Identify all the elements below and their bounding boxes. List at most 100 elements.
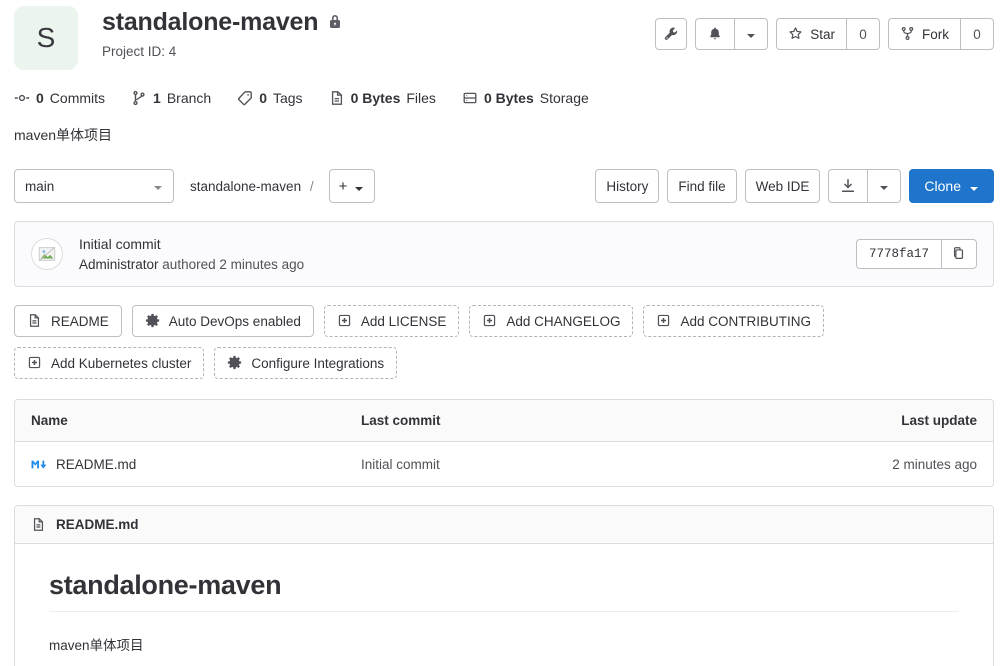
add-contributing-button[interactable]: Add CONTRIBUTING: [643, 305, 824, 337]
history-button[interactable]: History: [595, 169, 660, 203]
gear-icon: [227, 355, 243, 371]
project-settings-button[interactable]: [655, 18, 688, 50]
add-license-button[interactable]: Add LICENSE: [323, 305, 460, 337]
plus-icon: +: [338, 177, 348, 195]
file-icon: [27, 313, 43, 329]
branch-selector[interactable]: main: [14, 169, 174, 203]
notifications-caret[interactable]: [734, 18, 769, 50]
project-header: S standalone-maven Project ID: 4 Star 0 …: [14, 0, 994, 70]
readme-button[interactable]: README: [14, 305, 122, 337]
add-kubernetes-cluster-button-label: Add Kubernetes cluster: [51, 355, 192, 371]
branch-selector-value: main: [25, 178, 55, 194]
add-kubernetes-cluster-button[interactable]: Add Kubernetes cluster: [14, 347, 205, 379]
commit-sha[interactable]: 7778fa17: [855, 239, 941, 269]
repository-actions: History Find file Web IDE Clone: [595, 169, 994, 203]
file-name: README.md: [56, 456, 137, 472]
commit-sha-group[interactable]: 7778fa17: [855, 239, 977, 269]
plus-square-icon: [27, 355, 43, 371]
readme-panel: README.md standalone-maven maven单体项目: [14, 505, 994, 666]
stat-storage-value: 0 Bytes: [483, 90, 534, 106]
download-dropdown[interactable]: [828, 169, 902, 203]
readme-filename[interactable]: README.md: [56, 517, 139, 532]
stat-files-label: Files: [406, 90, 436, 106]
header-actions: Star 0 Fork 0: [655, 6, 994, 50]
clone-label: Clone: [924, 178, 961, 194]
storage-icon: [462, 90, 478, 106]
stat-branches-value: 1: [153, 90, 161, 106]
auto-devops-button[interactable]: Auto DevOps enabled: [131, 305, 314, 337]
project-id-label: Project ID: 4: [102, 43, 177, 59]
configure-integrations-button-label: Configure Integrations: [251, 355, 385, 371]
star-button-group[interactable]: Star 0: [776, 18, 880, 50]
commit-author[interactable]: Administrator: [79, 257, 159, 272]
readme-content: standalone-maven maven单体项目: [15, 544, 993, 666]
add-license-button-label: Add LICENSE: [360, 313, 447, 329]
copy-sha-button[interactable]: [941, 239, 977, 269]
stat-commits-value: 0: [36, 90, 44, 106]
broken-image-icon: [38, 246, 56, 262]
chevron-down-icon: [153, 181, 163, 191]
configure-integrations-button[interactable]: Configure Integrations: [214, 347, 398, 379]
download-icon: [840, 178, 856, 194]
project-description: maven单体项目: [14, 127, 113, 143]
download-icon-segment[interactable]: [828, 169, 868, 203]
table-row[interactable]: README.md Initial commit 2 minutes ago: [15, 442, 993, 486]
readme-heading: standalone-maven: [49, 570, 959, 612]
stat-files[interactable]: 0 Bytes Files: [329, 90, 436, 106]
column-header-last-update: Last update: [901, 413, 977, 428]
project-avatar: S: [14, 6, 78, 70]
chevron-down-icon: [879, 181, 889, 191]
star-icon: [788, 26, 804, 42]
bell-icon: [707, 26, 723, 42]
commit-title[interactable]: Initial commit: [79, 236, 856, 252]
markdown-icon: [31, 459, 47, 470]
breadcrumb-root[interactable]: standalone-maven: [190, 179, 301, 194]
stat-commits[interactable]: 0 Commits: [14, 90, 105, 106]
add-changelog-button-label: Add CHANGELOG: [506, 313, 621, 329]
web-ide-button[interactable]: Web IDE: [744, 169, 821, 203]
repository-toolbar: main standalone-maven / + History Find f…: [14, 169, 994, 203]
stat-tags[interactable]: 0 Tags: [237, 90, 303, 106]
add-changelog-button[interactable]: Add CHANGELOG: [469, 305, 634, 337]
plus-square-icon: [337, 313, 353, 329]
last-commit-panel: Initial commit Administrator authored 2 …: [14, 221, 994, 287]
fork-button[interactable]: Fork: [888, 18, 960, 50]
avatar: [31, 238, 63, 270]
project-overview-page: S standalone-maven Project ID: 4 Star 0 …: [0, 0, 1008, 666]
fork-count[interactable]: 0: [960, 18, 994, 50]
clone-button[interactable]: Clone: [909, 169, 994, 203]
branch-icon: [131, 90, 147, 106]
fork-icon: [900, 26, 916, 42]
chevron-down-icon: [746, 29, 756, 39]
copy-icon: [951, 246, 967, 262]
star-count[interactable]: 0: [846, 18, 880, 50]
quick-actions: README Auto DevOps enabled Add LICENSE A…: [14, 305, 994, 379]
add-to-tree-button[interactable]: +: [328, 169, 375, 203]
file-last-update: 2 minutes ago: [892, 456, 977, 472]
stat-files-value: 0 Bytes: [350, 90, 401, 106]
commit-text: Initial commit Administrator authored 2 …: [79, 236, 856, 272]
plus-square-icon: [482, 313, 498, 329]
fork-label: Fork: [922, 26, 949, 42]
download-caret[interactable]: [867, 169, 902, 203]
fork-button-group[interactable]: Fork 0: [888, 18, 994, 50]
column-header-name: Name: [31, 413, 68, 428]
gear-icon: [145, 313, 161, 329]
file-last-commit[interactable]: Initial commit: [361, 457, 797, 472]
bell-icon-segment[interactable]: [695, 18, 735, 50]
lock-icon: [327, 14, 343, 30]
notifications-dropdown[interactable]: [695, 18, 769, 50]
stat-branches[interactable]: 1 Branch: [131, 90, 211, 106]
star-button[interactable]: Star: [776, 18, 846, 50]
chevron-down-icon: [969, 181, 979, 191]
add-contributing-button-label: Add CONTRIBUTING: [680, 313, 811, 329]
file-icon: [31, 517, 47, 533]
file-name-cell[interactable]: README.md: [31, 457, 361, 472]
stat-storage[interactable]: 0 Bytes Storage: [462, 90, 589, 106]
plus-square-icon: [656, 313, 672, 329]
tag-icon: [237, 90, 253, 106]
stat-tags-value: 0: [259, 90, 267, 106]
find-file-button[interactable]: Find file: [667, 169, 737, 203]
readme-panel-header: README.md: [15, 506, 993, 544]
commit-authored-text: authored 2 minutes ago: [162, 257, 305, 272]
